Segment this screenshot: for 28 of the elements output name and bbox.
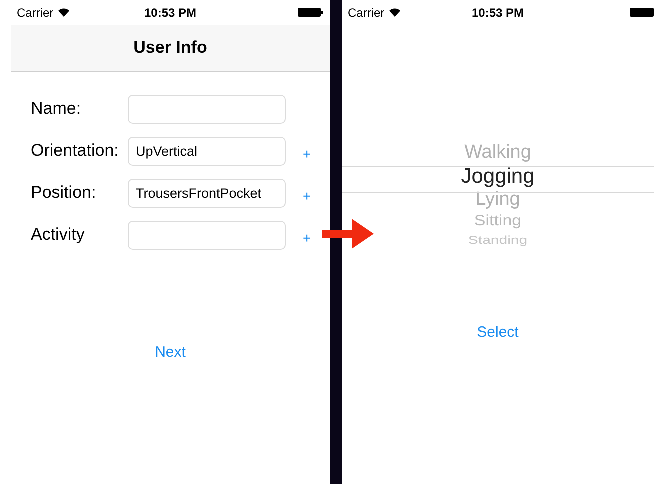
- carrier-label: Carrier: [17, 6, 54, 20]
- picker-option[interactable]: Standing: [468, 234, 528, 246]
- status-time: 10:53 PM: [144, 6, 197, 20]
- text-field[interactable]: [128, 220, 286, 250]
- field-label: Position:: [31, 183, 98, 203]
- field-label: Orientation:: [31, 141, 120, 161]
- arrow-icon: [322, 219, 374, 249]
- text-field[interactable]: TrousersFrontPocket: [128, 178, 286, 208]
- picker-option[interactable]: Jogging: [461, 166, 535, 187]
- wifi-icon: [388, 8, 401, 17]
- field-label: Name:: [31, 99, 82, 119]
- picker-option[interactable]: Sitting: [474, 212, 522, 228]
- next-button[interactable]: Next: [155, 344, 186, 361]
- status-time: 10:53 PM: [472, 6, 524, 20]
- nav-title: User Info: [134, 38, 208, 58]
- battery-icon: [298, 8, 324, 17]
- text-field[interactable]: [128, 94, 286, 124]
- carrier-label: Carrier: [348, 6, 385, 20]
- battery-icon: [630, 8, 654, 17]
- add-button[interactable]: +: [303, 188, 312, 204]
- picker-option[interactable]: Lying: [476, 190, 520, 209]
- select-button[interactable]: Select: [477, 324, 519, 341]
- text-field[interactable]: UpVertical: [128, 136, 286, 166]
- add-button[interactable]: +: [303, 146, 312, 162]
- add-button[interactable]: +: [303, 230, 312, 246]
- field-label: Activity: [31, 225, 86, 245]
- wifi-icon: [58, 8, 70, 17]
- picker-option[interactable]: Walking: [464, 143, 532, 162]
